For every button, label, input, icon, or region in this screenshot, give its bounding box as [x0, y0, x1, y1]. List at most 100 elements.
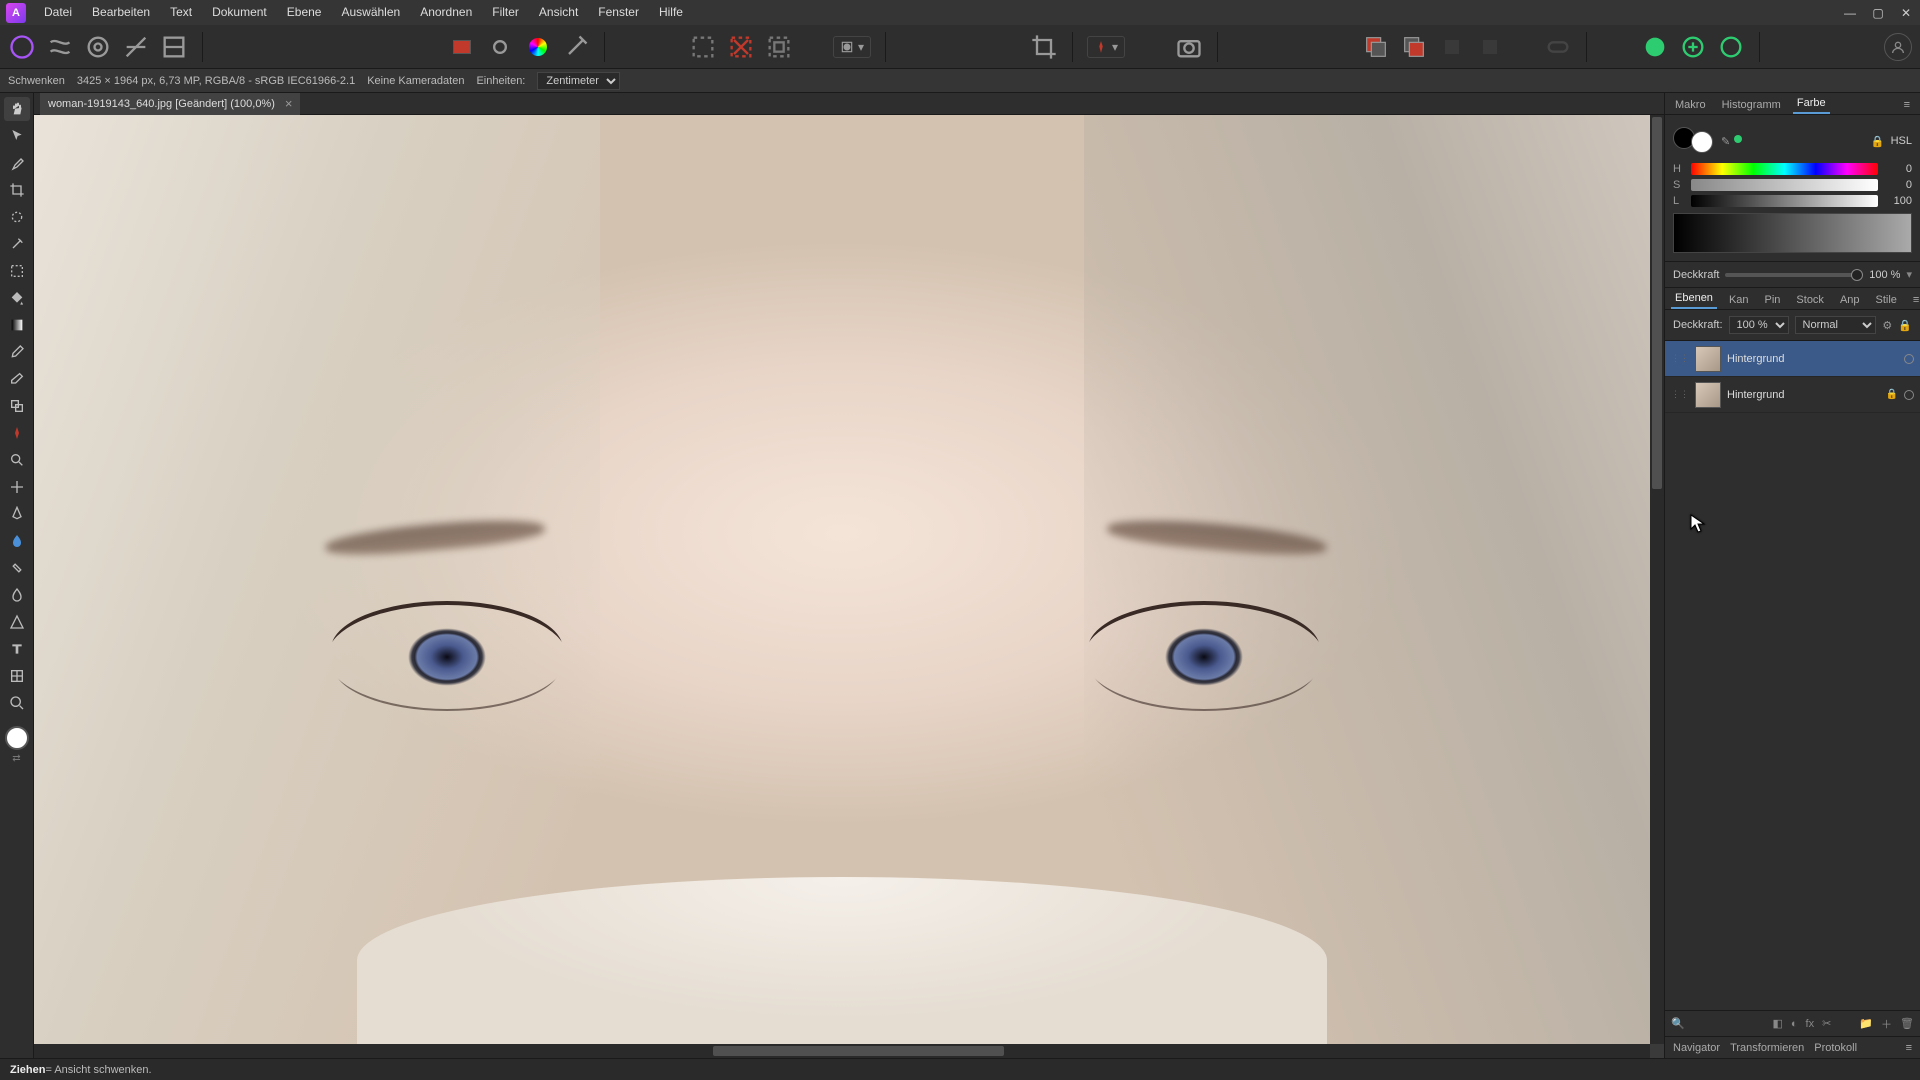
pen-tool[interactable]: [4, 502, 30, 526]
sat-slider[interactable]: [1691, 179, 1878, 191]
opacity-value[interactable]: 100 %: [1869, 269, 1900, 281]
persona-photo-icon[interactable]: [8, 33, 36, 61]
horizontal-scrollbar[interactable]: [34, 1044, 1650, 1058]
menu-anordnen[interactable]: Anordnen: [410, 0, 482, 25]
close-button[interactable]: ✕: [1898, 6, 1914, 20]
arrange-3-icon[interactable]: [1438, 33, 1466, 61]
delete-layer-icon[interactable]: 🗑: [1900, 1017, 1914, 1030]
layer-thumbnail[interactable]: [1695, 382, 1721, 408]
paint-brush-tool[interactable]: [4, 340, 30, 364]
canvas-viewport[interactable]: [34, 115, 1664, 1058]
menu-bearbeiten[interactable]: Bearbeiten: [82, 0, 160, 25]
visibility-toggle[interactable]: [1904, 354, 1914, 364]
move-tool[interactable]: [4, 124, 30, 148]
selection-invert-icon[interactable]: [765, 33, 793, 61]
persona-export-icon[interactable]: [160, 33, 188, 61]
lock-icon[interactable]: 🔒: [1871, 135, 1885, 148]
tab-anp[interactable]: Anp: [1836, 291, 1864, 309]
persona-tone-icon[interactable]: [122, 33, 150, 61]
menu-text[interactable]: Text: [160, 0, 202, 25]
autolevel-icon[interactable]: [486, 33, 514, 61]
layer-row[interactable]: ⋮⋮ Hintergrund: [1665, 341, 1920, 377]
color-mode-label[interactable]: HSL: [1891, 135, 1912, 147]
tab-navigator[interactable]: Navigator: [1673, 1042, 1720, 1054]
close-icon[interactable]: ×: [285, 96, 293, 111]
adjust-layer-icon[interactable]: ◐: [1791, 1018, 1798, 1030]
healing-tool[interactable]: [4, 556, 30, 580]
gradient-tool[interactable]: [4, 313, 30, 337]
menu-filter[interactable]: Filter: [482, 0, 529, 25]
hand-tool[interactable]: [4, 97, 30, 121]
color-circles[interactable]: [1673, 123, 1713, 153]
flood-fill-tool[interactable]: [4, 286, 30, 310]
sync-add-icon[interactable]: [1679, 33, 1707, 61]
inpaint-tool[interactable]: [4, 421, 30, 445]
gear-icon[interactable]: ⚙: [1882, 319, 1892, 332]
blur-tool[interactable]: [4, 583, 30, 607]
tab-transformieren[interactable]: Transformieren: [1730, 1042, 1804, 1054]
tab-stile[interactable]: Stile: [1872, 291, 1901, 309]
menu-fenster[interactable]: Fenster: [588, 0, 649, 25]
minimize-button[interactable]: —: [1842, 6, 1858, 20]
shape-tool[interactable]: [4, 610, 30, 634]
layer-name[interactable]: Hintergrund: [1727, 353, 1898, 365]
marquee-tool[interactable]: [4, 259, 30, 283]
mask-layer-icon[interactable]: ◧: [1772, 1017, 1782, 1030]
sat-value[interactable]: 0: [1884, 179, 1912, 191]
layer-row[interactable]: ⋮⋮ Hintergrund 🔒: [1665, 377, 1920, 413]
tab-farbe[interactable]: Farbe: [1793, 94, 1830, 114]
chevron-down-icon[interactable]: ▾: [1906, 268, 1912, 281]
assistant-dropdown[interactable]: ▾: [1087, 36, 1125, 58]
selection-new-icon[interactable]: [689, 33, 717, 61]
retouch-tool[interactable]: [4, 475, 30, 499]
foreground-color-swatch[interactable]: [5, 726, 29, 750]
vertical-scrollbar[interactable]: [1650, 115, 1664, 1044]
tab-kan[interactable]: Kan: [1725, 291, 1753, 309]
color-picker-tool[interactable]: [4, 151, 30, 175]
layer-thumbnail[interactable]: [1695, 346, 1721, 372]
tab-makro[interactable]: Makro: [1671, 96, 1710, 114]
crop-icon[interactable]: [1030, 33, 1058, 61]
arrange-4-icon[interactable]: [1476, 33, 1504, 61]
units-select[interactable]: Zentimeter: [537, 72, 620, 90]
grip-icon[interactable]: ⋮⋮: [1671, 353, 1689, 364]
panel-menu-icon[interactable]: ≡: [1906, 1042, 1912, 1054]
panel-menu-icon[interactable]: ≡: [1909, 291, 1920, 309]
hue-slider[interactable]: [1691, 163, 1878, 175]
account-button[interactable]: [1884, 33, 1912, 61]
persona-liquify-icon[interactable]: [46, 33, 74, 61]
color-gradient-bar[interactable]: [1673, 213, 1912, 253]
crop-tool[interactable]: [4, 178, 30, 202]
tab-ebenen[interactable]: Ebenen: [1671, 289, 1717, 309]
link-icon[interactable]: [1544, 33, 1572, 61]
clone-tool[interactable]: [4, 394, 30, 418]
arrange-front-icon[interactable]: [1362, 33, 1390, 61]
dodge-tool[interactable]: [4, 448, 30, 472]
tab-stock[interactable]: Stock: [1792, 291, 1828, 309]
erase-tool[interactable]: [4, 367, 30, 391]
quickmask-dropdown[interactable]: ▾: [833, 36, 871, 58]
tab-pin[interactable]: Pin: [1761, 291, 1785, 309]
document-tab[interactable]: woman-1919143_640.jpg [Geändert] (100,0%…: [40, 93, 300, 115]
selection-brush-tool[interactable]: [4, 205, 30, 229]
panel-menu-icon[interactable]: ≡: [1900, 96, 1914, 114]
color-wheel-icon[interactable]: [524, 33, 552, 61]
tab-histogramm[interactable]: Histogramm: [1718, 96, 1785, 114]
add-layer-icon[interactable]: ＋: [1881, 1016, 1892, 1032]
crop-layer-icon[interactable]: ✂: [1822, 1017, 1831, 1030]
opacity-slider[interactable]: [1725, 273, 1863, 277]
zoom-tool[interactable]: [4, 691, 30, 715]
eyedropper-icon[interactable]: ✎: [1721, 135, 1730, 148]
sync-settings-icon[interactable]: [1717, 33, 1745, 61]
group-layer-icon[interactable]: 📁: [1859, 1017, 1873, 1030]
flood-select-tool[interactable]: [4, 232, 30, 256]
lit-slider[interactable]: [1691, 195, 1878, 207]
layer-opacity-select[interactable]: 100 %: [1729, 316, 1789, 334]
canvas[interactable]: [34, 115, 1650, 1044]
persona-develop-icon[interactable]: [84, 33, 112, 61]
text-tool[interactable]: [4, 637, 30, 661]
swatch-red-icon[interactable]: [448, 33, 476, 61]
fx-layer-icon[interactable]: fx: [1806, 1018, 1815, 1030]
layer-name[interactable]: Hintergrund: [1727, 389, 1880, 401]
tab-protokoll[interactable]: Protokoll: [1814, 1042, 1857, 1054]
